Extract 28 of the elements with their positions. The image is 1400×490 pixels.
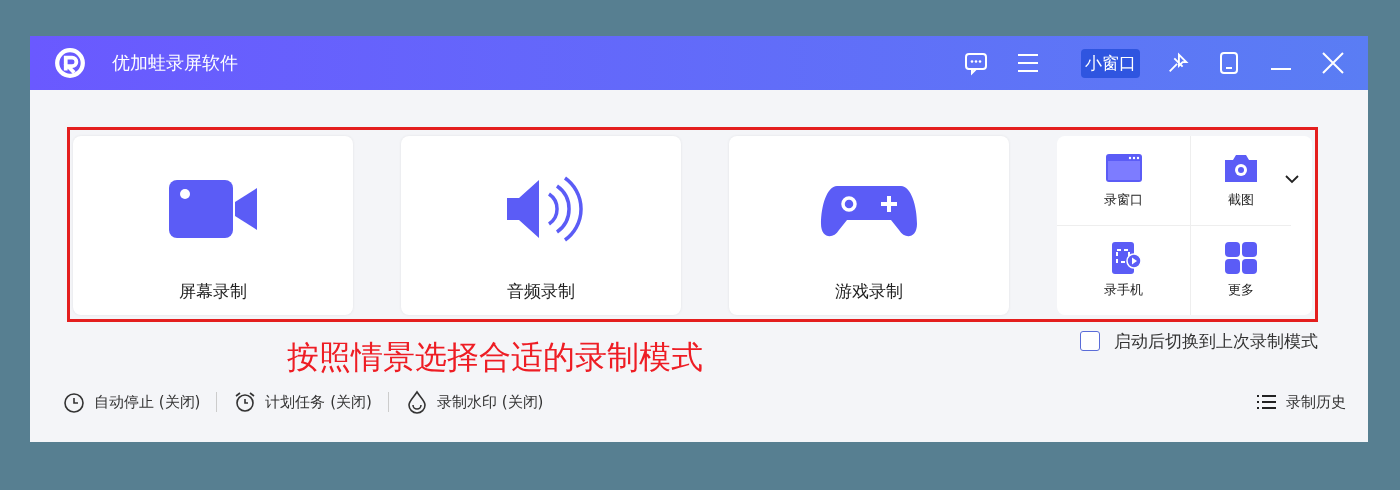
mode-card[interactable]: 音频录制 (401, 136, 681, 315)
mode-label: 音频录制 (507, 280, 575, 303)
tool-label: 录窗口 (1104, 191, 1143, 210)
window-title: 优加蛙录屏软件 (112, 51, 238, 75)
tool-item[interactable]: 录手机 (1057, 225, 1191, 315)
mode-label: 游戏录制 (835, 280, 903, 303)
chat-icon[interactable] (963, 50, 989, 76)
tool-label: 更多 (1228, 281, 1254, 300)
tool-item[interactable]: 截图 (1191, 136, 1291, 226)
status-item[interactable]: 自动停止 (关闭) (62, 390, 201, 414)
mini-window-button[interactable]: 小窗口 (1081, 48, 1140, 78)
tool-label: 录手机 (1104, 281, 1143, 300)
chevron-down-icon[interactable] (1284, 174, 1300, 184)
history-link[interactable]: 录制历史 (1254, 390, 1346, 414)
checkbox-label: 启动后切换到上次录制模式 (1114, 329, 1318, 353)
status-item[interactable]: 录制水印 (关闭) (404, 390, 544, 414)
logo-icon (54, 47, 86, 79)
status-item[interactable]: 计划任务 (关闭) (233, 390, 372, 414)
close-icon[interactable] (1320, 50, 1346, 76)
tool-item[interactable]: 更多 (1191, 225, 1291, 315)
mode-card[interactable]: 屏幕录制 (73, 136, 353, 315)
tool-label: 截图 (1228, 191, 1254, 210)
mode-card[interactable]: 游戏录制 (729, 136, 1009, 315)
annotation-text: 按照情景选择合适的录制模式 (287, 337, 703, 378)
clock-icon (62, 390, 86, 414)
checkbox[interactable] (1080, 331, 1100, 351)
mode-label: 屏幕录制 (179, 280, 247, 303)
tool-item[interactable]: 录窗口 (1057, 136, 1191, 226)
